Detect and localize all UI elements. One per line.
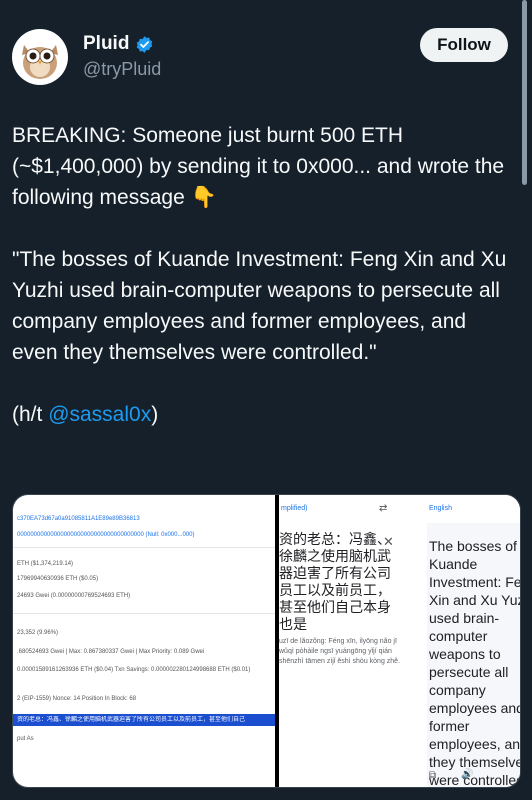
screenshot-line: 24693 Gwei (0.00000000769524693 ETH) [17,593,131,599]
translate-screenshot[interactable]: mplified) ⇄ English 资的老总：冯鑫、徐麟之使用脑机武器迫害了… [279,495,520,787]
owl-avatar-icon [22,45,58,79]
speaker-icon[interactable]: 🔊 [461,766,473,784]
screenshot-line: ETH ($1,374,219.14) [17,561,74,567]
author-name-row: Pluid [83,33,154,55]
screenshot-line: 资的老总：冯鑫、徐麟之使用脑机武器迫害了所有公司员工以及前员工，甚至他们自己 [17,717,246,723]
avatar[interactable] [12,29,68,85]
tweet-paragraph-1: BREAKING: Someone just burnt 500 ETH (~$… [12,124,505,209]
translation-panel: The bosses of Kuande Investment: Feng Xi… [427,523,520,787]
screenshot-line: put As [17,736,34,742]
screenshot-line: 17969940630936 ETH ($0.05) [17,576,99,582]
author-name[interactable]: Pluid [83,33,129,55]
screenshot-line: c370EA73d67a0a91085811A1E89e89B36813 [17,516,140,522]
screenshot-line: 23,352 (9.96%) [17,630,59,636]
hat-tip-prefix: (h/t [12,403,49,426]
etherscan-screenshot[interactable]: c370EA73d67a0a91085811A1E89e89B36813 000… [13,495,275,787]
close-icon[interactable]: ✕ [383,533,394,550]
author-handle[interactable]: @tryPluid [83,59,161,80]
source-pinyin: uzī de lǎozǒng: Féng xīn, ilyōng nǎo jī … [279,638,401,665]
hat-tip-suffix: ) [151,403,159,426]
media-attachment[interactable]: c370EA73d67a0a91085811A1E89e89B36813 000… [12,494,521,788]
screenshot-line: .680524693 Gwei | Max: 0.867380337 Gwei … [17,649,205,655]
source-lang[interactable]: mplified) [281,505,307,512]
screenshot-line: 00000000000000000000000000000000000000 (… [17,532,195,538]
copy-icon[interactable]: ⧉ [429,767,436,785]
source-text-panel: 资的老总：冯鑫、徐麟之使用脑机武器迫害了所有公司员工以及前员工，甚至他们自己本身… [279,523,409,787]
tweet-text: BREAKING: Someone just burnt 500 ETH (~$… [12,120,517,430]
scrollbar[interactable] [522,0,527,185]
screenshot-line: 2 (EIP-1559) Nonce: 14 Position In Block… [17,696,137,702]
target-lang[interactable]: English [429,505,452,512]
source-text: 资的老总：冯鑫、徐麟之使用脑机武器迫害了所有公司员工以及前员工，甚至他们自己本身… [279,531,391,632]
swap-icon[interactable]: ⇄ [379,503,387,514]
translate-lang-bar: mplified) ⇄ English [279,495,520,523]
translation-text: The bosses of Kuande Investment: Feng Xi… [429,538,520,787]
verified-badge-icon [137,35,153,53]
tweet-paragraph-2: "The bosses of Kuande Investment: Feng X… [12,248,507,364]
follow-button[interactable]: Follow [420,28,508,62]
screenshot-line: 0.00001589161263936 ETH ($0.04) Txn Savi… [17,667,251,673]
tweet-hat-tip: (h/t @sassal0x) [12,399,517,430]
mention-link[interactable]: @sassal0x [48,403,151,426]
